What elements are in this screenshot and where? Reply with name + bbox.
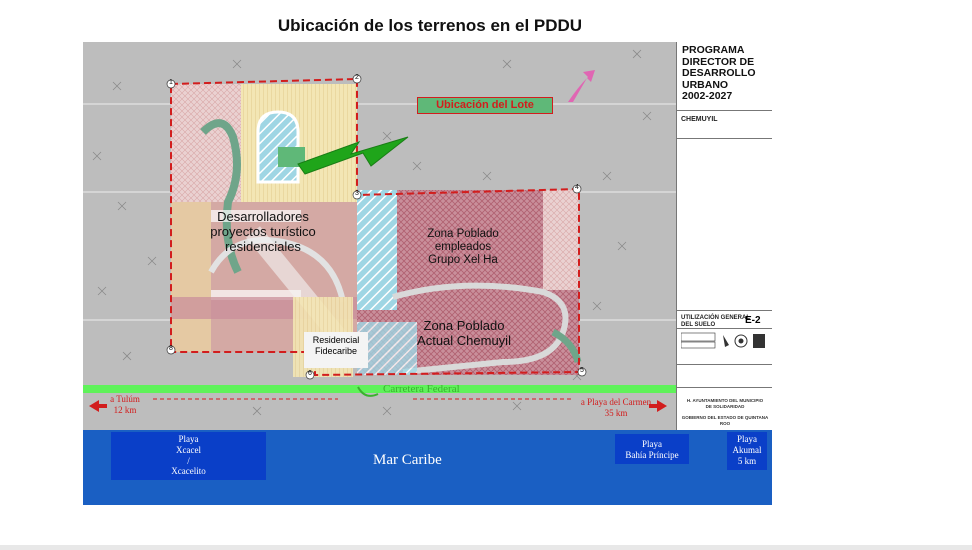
gobierno: GOBIERNO DEL ESTADO DE QUINTANA ROO	[681, 415, 769, 426]
zone-desarrolladores: Desarrolladores proyectos turístico resi…	[210, 209, 316, 254]
marker-6: 6	[308, 370, 312, 377]
ayuntamiento: H. AYUNTAMIENTO DEL MUNICIPIO DE SOLIDAR…	[686, 398, 764, 409]
direction-playa-del-carmen: a Playa del Carmen 35 km	[580, 397, 652, 418]
slide-title: Ubicación de los terrenos en el PDDU	[277, 16, 583, 35]
bottom-bar	[0, 545, 972, 550]
marker-1: 1	[169, 79, 173, 86]
zone-residencial: Residencial Fidecaribe	[304, 332, 368, 368]
zone-xelha: Zona Poblado empleados Grupo Xel Ha	[427, 228, 499, 267]
beach-bahia-principe: Playa Bahía Príncipe	[615, 434, 689, 464]
federal-road	[83, 385, 676, 393]
locality-label: CHEMUYIL	[681, 116, 718, 123]
sea-label: Mar Caribe	[373, 452, 442, 468]
road-label: Carretera Federal	[383, 383, 460, 395]
plan-code: E-2	[745, 315, 761, 326]
direction-tulum: a Tulúm 12 km	[110, 394, 140, 415]
urban-plan-map: 1 2 3 4 5 6 8 Ubicación del Lote Desarro…	[83, 42, 772, 430]
beach-xcacel: Playa Xcacel / Xcacelito	[111, 432, 266, 480]
beach-akumal: Playa Akumal 5 km	[727, 432, 767, 470]
logos-strip	[681, 332, 765, 349]
marker-5: 5	[580, 367, 584, 374]
marker-2: 2	[355, 74, 359, 81]
program-title: PROGRAMA DIRECTOR DE DESARROLLO URBANO 2…	[682, 44, 756, 103]
lote-label: Ubicación del Lote	[417, 97, 553, 114]
marker-4: 4	[575, 184, 579, 191]
marker-3: 3	[355, 190, 359, 197]
marker-8: 8	[169, 345, 173, 352]
north-arrow-icon	[568, 70, 595, 102]
zone-chemuyil: Zona Poblado Actual Chemuyil	[417, 318, 511, 348]
sea-area: Mar Caribe Playa Xcacel / Xcacelito Play…	[83, 430, 772, 505]
plan-title-block: PROGRAMA DIRECTOR DE DESARROLLO URBANO 2…	[676, 42, 772, 430]
